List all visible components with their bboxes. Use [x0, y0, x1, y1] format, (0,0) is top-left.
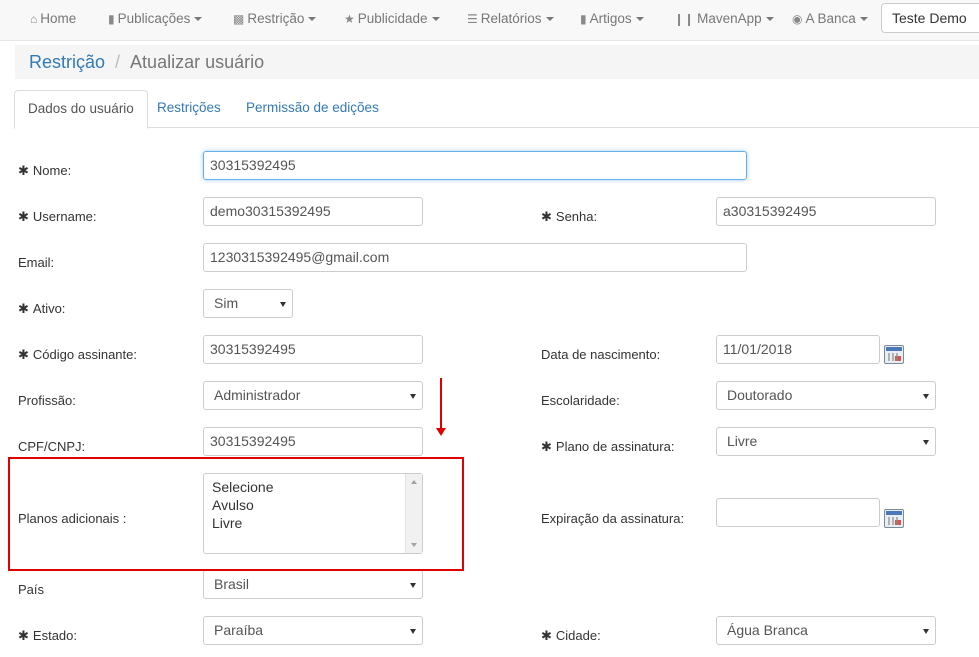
data-nascimento-label: Data de nascimento: — [541, 347, 661, 362]
caret-down-icon — [859, 17, 868, 22]
barcode-icon: ❙❙ — [674, 12, 695, 26]
expiracao-assinatura-input[interactable] — [716, 498, 880, 527]
star-icon: ★ — [344, 12, 355, 26]
required-icon: ✱ — [18, 628, 29, 643]
nav-home[interactable]: ⌂ Home — [30, 0, 76, 41]
tab-dados-do-usuario[interactable]: Dados do usuário — [14, 90, 148, 129]
required-icon: ✱ — [18, 347, 29, 362]
bookmark-icon: ▮ — [580, 12, 587, 26]
username-input[interactable]: demo30315392495 — [203, 197, 423, 226]
pais-label: País — [18, 582, 45, 597]
estado-label: ✱ Estado: — [18, 628, 77, 644]
nav-relatorios-label: Relatórios — [480, 11, 542, 26]
profissao-label: Profissão: — [18, 393, 76, 408]
top-navbar: ⌂ Home ▮ Publicações ▩ Restrição ★ Publicida… — [0, 0, 979, 41]
nav-publicacoes[interactable]: ▮ Publicações — [108, 0, 203, 41]
codigo-assinante-input[interactable]: 30315392495 — [203, 335, 423, 364]
codigo-assinante-label-text: Código assinante: — [32, 347, 137, 362]
required-icon: ✱ — [541, 628, 552, 643]
globe-icon: ◉ — [792, 12, 803, 26]
nav-artigos[interactable]: ▮ Artigos — [580, 0, 644, 41]
annotation-arrow-icon — [436, 378, 446, 436]
nav-artigos-label: Artigos — [589, 11, 632, 26]
annotation-highlight-box — [8, 457, 464, 571]
nav-mavenapp-label: MavenApp — [697, 11, 762, 26]
cpf-cnpj-label: CPF/CNPJ: — [18, 439, 86, 454]
cidade-label-text: Cidade: — [555, 628, 601, 643]
data-nascimento-input[interactable]: 11/01/2018 — [716, 335, 880, 364]
cidade-label: ✱ Cidade: — [541, 628, 601, 644]
codigo-assinante-label: ✱ Código assinante: — [18, 347, 137, 363]
email-label: Email: — [18, 255, 55, 270]
caret-down-icon — [635, 17, 644, 22]
calendar-icon[interactable] — [884, 509, 904, 528]
list-icon: ☰ — [467, 12, 478, 26]
senha-input[interactable]: a30315392495 — [716, 197, 936, 226]
plano-assinatura-select[interactable]: Livre — [716, 427, 936, 456]
home-icon: ⌂ — [30, 12, 38, 26]
file-icon: ▮ — [108, 12, 115, 26]
nav-a-banca-label: A Banca — [805, 11, 856, 26]
nav-restricao-label: Restrição — [247, 11, 305, 26]
ativo-label: ✱ Ativo: — [18, 301, 65, 317]
tab-permissao-de-edicoes[interactable]: Permissão de edições — [233, 90, 392, 128]
nome-input[interactable]: 30315392495 — [203, 151, 747, 180]
username-label: ✱ Username: — [18, 209, 96, 225]
breadcrumb-parent-link[interactable]: Restrição — [29, 52, 105, 72]
nav-relatorios[interactable]: ☰ Relatórios — [467, 0, 554, 41]
nav-restricao[interactable]: ▩ Restrição — [233, 0, 317, 41]
plano-assinatura-label-text: Plano de assinatura: — [555, 439, 675, 454]
nav-mavenapp[interactable]: ❙❙ MavenApp — [674, 0, 774, 41]
nav-publicidade[interactable]: ★ Publicidade — [344, 0, 440, 41]
required-icon: ✱ — [18, 301, 29, 316]
form-tabs: Dados do usuário Restrições Permissão de… — [14, 90, 979, 129]
senha-label: ✱ Senha: — [541, 209, 597, 225]
caret-down-icon — [765, 17, 774, 22]
nome-label-text: Nome: — [32, 163, 72, 178]
expiracao-assinatura-label: Expiração da assinatura: — [541, 511, 685, 526]
username-label-text: Username: — [32, 209, 97, 224]
required-icon: ✱ — [18, 209, 29, 224]
breadcrumb-current: Atualizar usuário — [130, 52, 265, 72]
ativo-label-text: Ativo: — [32, 301, 66, 316]
calendar-icon[interactable] — [884, 345, 904, 364]
estado-label-text: Estado: — [32, 628, 77, 643]
lock-icon: ▩ — [233, 12, 245, 26]
estado-select[interactable]: Paraíba — [203, 616, 423, 645]
caret-down-icon — [194, 17, 203, 22]
nav-publicacoes-label: Publicações — [117, 11, 191, 26]
caret-down-icon — [431, 17, 440, 22]
nav-home-label: Home — [40, 11, 77, 26]
caret-down-icon — [308, 17, 317, 22]
breadcrumb-separator: / — [115, 52, 121, 72]
required-icon: ✱ — [541, 209, 552, 224]
required-icon: ✱ — [18, 163, 29, 178]
tab-restricoes[interactable]: Restrições — [144, 90, 234, 128]
senha-label-text: Senha: — [555, 209, 598, 224]
email-input[interactable]: 1230315392495@gmail.com — [203, 243, 747, 272]
required-icon: ✱ — [541, 439, 552, 454]
ativo-select[interactable]: Sim — [203, 289, 293, 318]
nav-a-banca[interactable]: ◉ A Banca — [792, 0, 868, 41]
plano-assinatura-label: ✱ Plano de assinatura: — [541, 439, 674, 455]
breadcrumb: Restrição / Atualizar usuário — [15, 45, 979, 79]
escolaridade-select[interactable]: Doutorado — [716, 381, 936, 410]
profissao-select[interactable]: Administrador — [203, 381, 423, 410]
user-menu-button[interactable]: Teste Demo — [881, 3, 979, 33]
nav-publicidade-label: Publicidade — [357, 11, 428, 26]
escolaridade-label: Escolaridade: — [541, 393, 620, 408]
caret-down-icon — [545, 17, 554, 22]
cidade-select[interactable]: Água Branca — [716, 616, 936, 645]
pais-select[interactable]: Brasil — [203, 570, 423, 599]
cpf-cnpj-input[interactable]: 30315392495 — [203, 427, 423, 456]
nome-label: ✱ Nome: — [18, 163, 71, 179]
